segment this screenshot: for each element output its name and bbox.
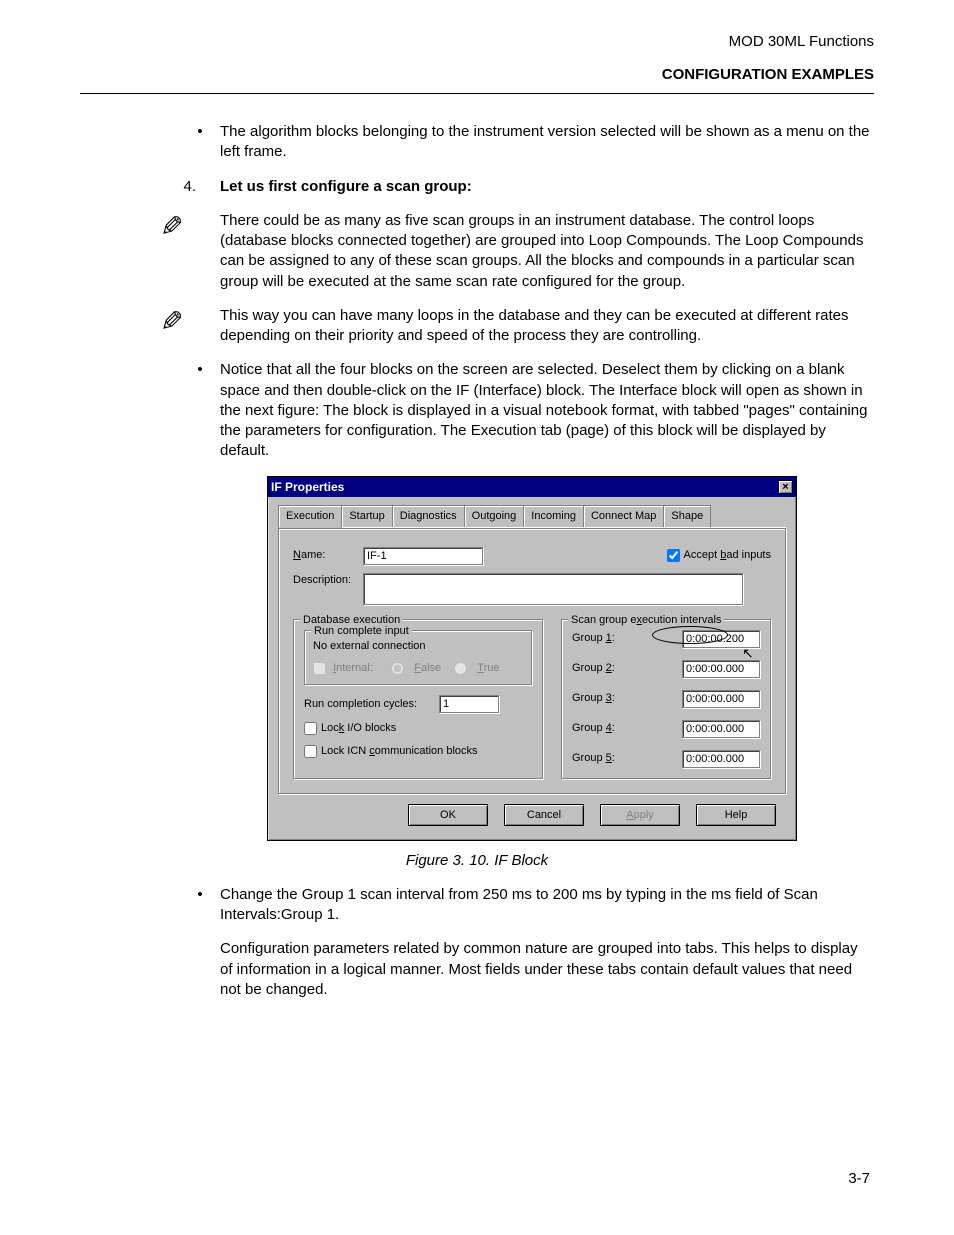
figure-caption: Figure 3. 10. IF Block [80, 851, 874, 871]
true-label: True [477, 662, 499, 674]
cancel-button[interactable]: Cancel [504, 804, 584, 826]
lock-io-checkbox[interactable] [304, 722, 317, 735]
internal-checkbox [313, 662, 326, 675]
no-external-text: No external connection [313, 639, 523, 654]
tab-startup[interactable]: Startup [341, 505, 392, 527]
accept-bad-label: Accept bad inputs [684, 548, 771, 563]
scan-group-execution-intervals: Scan group execution intervals Group 1: … [561, 619, 771, 779]
header-rule [80, 93, 874, 94]
group5-label: Group 5: [572, 751, 627, 766]
close-button[interactable]: × [778, 480, 793, 494]
tab-execution[interactable]: Execution [278, 505, 342, 528]
accept-bad-inputs-checkbox[interactable]: Accept bad inputs [667, 548, 771, 563]
ok-button[interactable]: OK [408, 804, 488, 826]
lock-io-label: Lock I/O blocks [321, 721, 396, 736]
apply-button[interactable]: Apply [600, 804, 680, 826]
tab-connect-map[interactable]: Connect Map [583, 505, 664, 527]
accept-bad-checkbox[interactable] [667, 549, 680, 562]
scan-group-title: Scan group execution intervals [568, 613, 724, 628]
database-execution-group: Database execution Run complete input No… [293, 619, 543, 779]
name-label: Name: [293, 548, 363, 563]
group2-input[interactable] [682, 660, 760, 678]
internal-label: Internal: [333, 662, 373, 674]
pencil-icon: ✎ [160, 213, 183, 241]
false-radio [391, 662, 404, 675]
para-2: Notice that all the four blocks on the s… [210, 360, 874, 461]
lock-icn-label: Lock ICN communication blocks [321, 744, 478, 759]
group1-input[interactable] [682, 630, 760, 648]
tab-diagnostics[interactable]: Diagnostics [392, 505, 465, 527]
header-section: CONFIGURATION EXAMPLES [80, 66, 874, 83]
para-3: Change the Group 1 scan interval from 25… [220, 885, 874, 926]
if-properties-dialog: IF Properties × Execution Startup Diagno… [267, 476, 797, 841]
pencil-icon: ✎ [160, 308, 183, 336]
group5-input[interactable] [682, 750, 760, 768]
run-cycles-input[interactable] [439, 695, 499, 713]
group4-input[interactable] [682, 720, 760, 738]
para-1: The algorithm blocks belonging to the in… [210, 122, 874, 163]
tab-shape[interactable]: Shape [663, 505, 711, 527]
para-4: Configuration parameters related by comm… [220, 939, 874, 1000]
group3-input[interactable] [682, 690, 760, 708]
name-input[interactable] [363, 547, 483, 565]
note-2: This way you can have many loops in the … [220, 306, 874, 347]
group3-label: Group 3: [572, 691, 627, 706]
run-cycles-label: Run completion cycles: [304, 697, 439, 712]
step-4-text: Let us first configure a scan group: [196, 177, 874, 197]
help-button[interactable]: Help [696, 804, 776, 826]
page-number: 3-7 [848, 1170, 870, 1187]
bullet-icon: • [190, 360, 210, 461]
group4-label: Group 4: [572, 721, 627, 736]
bullet-icon: • [190, 885, 210, 1000]
false-label: False [414, 662, 441, 674]
lock-icn-checkbox[interactable] [304, 745, 317, 758]
tab-incoming[interactable]: Incoming [523, 505, 584, 527]
description-input[interactable] [363, 573, 743, 605]
step-number-4: 4. [172, 177, 196, 197]
run-complete-title: Run complete input [311, 624, 412, 639]
bullet-icon: • [190, 122, 210, 163]
group1-label: Group 1: [572, 631, 627, 646]
header-product: MOD 30ML Functions [80, 33, 874, 50]
tab-outgoing[interactable]: Outgoing [464, 505, 525, 527]
note-1: There could be as many as five scan grou… [220, 211, 874, 292]
dialog-title: IF Properties [271, 479, 344, 495]
run-complete-input-group: Run complete input No external connectio… [304, 630, 532, 686]
true-radio [454, 662, 467, 675]
group2-label: Group 2: [572, 661, 627, 676]
description-label: Description: [293, 573, 363, 588]
